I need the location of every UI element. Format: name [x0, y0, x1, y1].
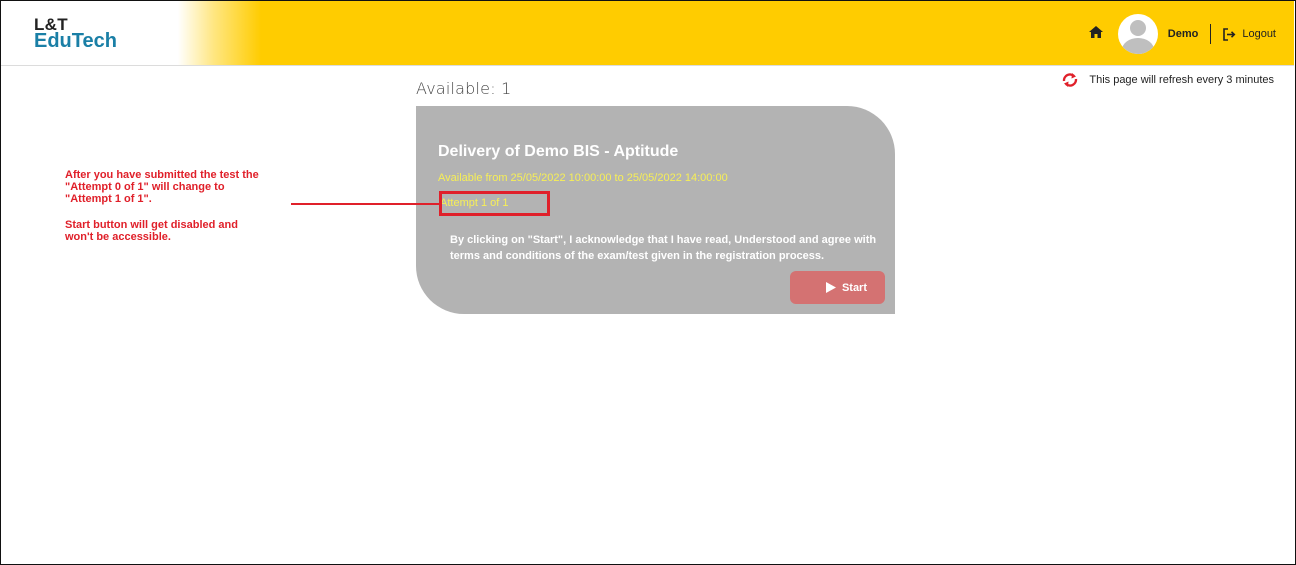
annotation-line: "Attempt 0 of 1" will change to: [65, 181, 225, 193]
header-user-area: Demo Logout: [1088, 14, 1276, 54]
user-name[interactable]: Demo: [1168, 28, 1199, 40]
refresh-notice: This page will refresh every 3 minutes: [1061, 72, 1274, 88]
annotation-line: Start button will get disabled and: [65, 219, 238, 231]
test-title: Delivery of Demo BIS - Aptitude: [438, 143, 679, 160]
available-count: Available: 1: [416, 79, 512, 98]
annotation-line: After you have submitted the test the: [65, 169, 259, 181]
refresh-notice-text: This page will refresh every 3 minutes: [1089, 74, 1274, 86]
header-divider-line: [1, 65, 1294, 66]
annotation-line: won't be accessible.: [65, 231, 171, 243]
logo-area: L&T EduTech: [1, 1, 261, 65]
refresh-icon: [1063, 73, 1078, 87]
logo-line-2: EduTech: [34, 30, 117, 52]
start-label: Start: [841, 281, 867, 294]
play-icon: [825, 282, 836, 293]
attempt-highlight-box: [439, 191, 550, 216]
home-icon[interactable]: [1088, 24, 1118, 45]
logout-label: Logout: [1242, 28, 1276, 40]
logout-icon: [1223, 27, 1236, 41]
top-header: L&T EduTech Demo Logout: [1, 1, 1294, 65]
user-avatar-icon[interactable]: [1117, 14, 1158, 54]
start-button[interactable]: Start: [790, 271, 885, 304]
annotation-line: "Attempt 1 of 1".: [65, 193, 152, 205]
brand-logo[interactable]: L&T EduTech: [34, 16, 117, 52]
annotation-note: After you have submitted the test the "A…: [65, 169, 345, 243]
header-divider: [1210, 24, 1212, 44]
logout-button[interactable]: Logout: [1223, 27, 1276, 41]
test-availability: Available from 25/05/2022 10:00:00 to 25…: [438, 172, 728, 184]
terms-text: By clicking on "Start", I acknowledge th…: [450, 234, 877, 262]
